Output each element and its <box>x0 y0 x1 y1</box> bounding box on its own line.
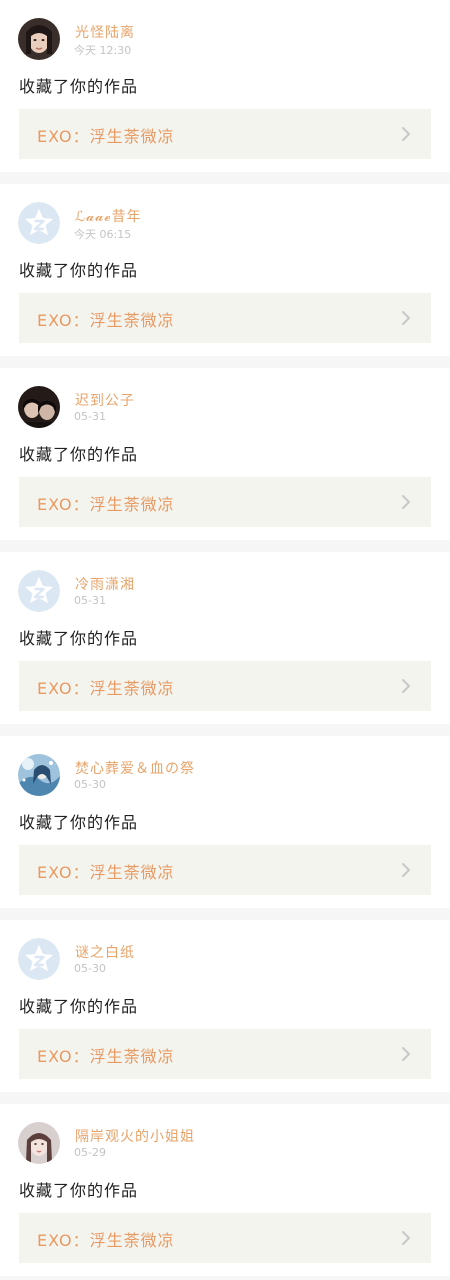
action-text: 收藏了你的作品 <box>19 445 139 464</box>
avatar[interactable] <box>18 202 60 244</box>
username[interactable]: 焚心葬爱＆血の祭 <box>75 758 195 778</box>
work-title: EXO：浮生荼微凉 <box>37 1231 175 1250</box>
notification-feed: 光怪陆离 今天 12:30 收藏了你的作品 EXO：浮生荼微凉 ℒ𝓪𝓪𝓮昔年 今… <box>0 0 450 1276</box>
default-avatar-icon <box>18 938 60 980</box>
avatar[interactable] <box>18 386 60 428</box>
timestamp: 05-31 <box>74 410 106 423</box>
chevron-right-icon <box>402 127 410 141</box>
work-link-card[interactable]: EXO：浮生荼微凉 <box>19 661 431 711</box>
work-title: EXO：浮生荼微凉 <box>37 679 175 698</box>
user-photo-icon <box>18 386 60 428</box>
username[interactable]: 迟到公子 <box>75 390 135 410</box>
default-avatar-icon <box>18 202 60 244</box>
username[interactable]: ℒ𝓪𝓪𝓮昔年 <box>75 206 142 226</box>
notification-card: 迟到公子 05-31 收藏了你的作品 EXO：浮生荼微凉 <box>0 368 450 540</box>
username[interactable]: 谜之白纸 <box>75 942 135 962</box>
user-photo-icon <box>18 754 60 796</box>
action-text: 收藏了你的作品 <box>19 77 139 96</box>
work-link-card[interactable]: EXO：浮生荼微凉 <box>19 109 431 159</box>
notification-card: 焚心葬爱＆血の祭 05-30 收藏了你的作品 EXO：浮生荼微凉 <box>0 736 450 908</box>
avatar[interactable] <box>18 570 60 612</box>
username[interactable]: 冷雨潇湘 <box>75 574 135 594</box>
timestamp: 今天 12:30 <box>74 44 132 57</box>
avatar[interactable] <box>18 18 60 60</box>
chevron-right-icon <box>402 679 410 693</box>
action-text: 收藏了你的作品 <box>19 1181 139 1200</box>
work-link-card[interactable]: EXO：浮生荼微凉 <box>19 1213 431 1263</box>
work-link-card[interactable]: EXO：浮生荼微凉 <box>19 845 431 895</box>
username[interactable]: 光怪陆离 <box>75 22 135 42</box>
user-photo-icon <box>18 1122 60 1164</box>
timestamp: 今天 06:15 <box>74 228 132 241</box>
timestamp: 05-29 <box>74 1146 106 1159</box>
work-title: EXO：浮生荼微凉 <box>37 311 175 330</box>
chevron-right-icon <box>402 495 410 509</box>
action-text: 收藏了你的作品 <box>19 261 139 280</box>
default-avatar-icon <box>18 570 60 612</box>
notification-card: ℒ𝓪𝓪𝓮昔年 今天 06:15 收藏了你的作品 EXO：浮生荼微凉 <box>0 184 450 356</box>
timestamp: 05-30 <box>74 778 106 791</box>
work-title: EXO：浮生荼微凉 <box>37 863 175 882</box>
action-text: 收藏了你的作品 <box>19 997 139 1016</box>
chevron-right-icon <box>402 311 410 325</box>
chevron-right-icon <box>402 1231 410 1245</box>
timestamp: 05-31 <box>74 594 106 607</box>
notification-card: 光怪陆离 今天 12:30 收藏了你的作品 EXO：浮生荼微凉 <box>0 0 450 172</box>
timestamp: 05-30 <box>74 962 106 975</box>
work-link-card[interactable]: EXO：浮生荼微凉 <box>19 1029 431 1079</box>
work-link-card[interactable]: EXO：浮生荼微凉 <box>19 477 431 527</box>
chevron-right-icon <box>402 863 410 877</box>
action-text: 收藏了你的作品 <box>19 813 139 832</box>
work-title: EXO：浮生荼微凉 <box>37 495 175 514</box>
avatar[interactable] <box>18 1122 60 1164</box>
chevron-right-icon <box>402 1047 410 1061</box>
notification-card: 谜之白纸 05-30 收藏了你的作品 EXO：浮生荼微凉 <box>0 920 450 1092</box>
action-text: 收藏了你的作品 <box>19 629 139 648</box>
notification-card: 隔岸观火的小姐姐 05-29 收藏了你的作品 EXO：浮生荼微凉 <box>0 1104 450 1276</box>
work-title: EXO：浮生荼微凉 <box>37 127 175 146</box>
avatar[interactable] <box>18 938 60 980</box>
username[interactable]: 隔岸观火的小姐姐 <box>75 1126 195 1146</box>
work-title: EXO：浮生荼微凉 <box>37 1047 175 1066</box>
user-photo-icon <box>18 18 60 60</box>
avatar[interactable] <box>18 754 60 796</box>
notification-card: 冷雨潇湘 05-31 收藏了你的作品 EXO：浮生荼微凉 <box>0 552 450 724</box>
work-link-card[interactable]: EXO：浮生荼微凉 <box>19 293 431 343</box>
